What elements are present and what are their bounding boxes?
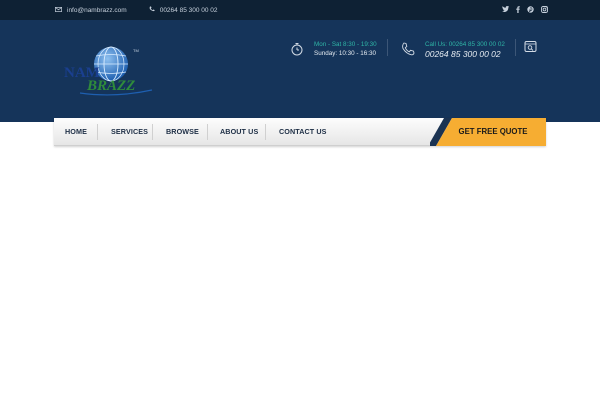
social-links	[502, 0, 548, 20]
twitter-icon[interactable]	[502, 6, 509, 14]
phone-handset-icon	[401, 42, 415, 56]
nav-browse[interactable]: BROWSE	[166, 118, 199, 146]
nav-about-us[interactable]: ABOUT US	[220, 118, 258, 146]
nav-divider	[265, 124, 266, 140]
logo-brazz-text: BRAZZ	[86, 78, 135, 94]
hours-weekdays: Mon - Sat 8:30 - 19:30	[314, 41, 377, 48]
top-contact: info@nambrazz.com 00264 85 300 00 02	[55, 0, 218, 20]
call-info: Call Us: 00264 85 300 00 02 00264 85 300…	[401, 40, 505, 59]
pinterest-icon[interactable]	[527, 5, 534, 15]
nav-services[interactable]: SERVICES	[111, 118, 148, 146]
search-icon[interactable]	[524, 40, 537, 58]
site-header: TM NAM BRAZZ Mon - Sat 8:30 - 19:30 Sund…	[0, 20, 600, 122]
call-number[interactable]: 00264 85 300 00 02	[425, 49, 505, 59]
top-email-link[interactable]: info@nambrazz.com	[67, 7, 127, 14]
instagram-icon[interactable]	[541, 5, 548, 15]
header-divider	[515, 39, 516, 56]
nav-divider	[97, 124, 98, 140]
site-logo[interactable]: TM NAM BRAZZ	[60, 46, 155, 96]
nav-home[interactable]: HOME	[65, 118, 87, 146]
header-divider	[387, 39, 388, 56]
phone-icon	[149, 6, 155, 14]
facebook-icon[interactable]	[516, 5, 520, 15]
get-free-quote-label: GET FREE QUOTE	[458, 127, 528, 136]
top-bar: info@nambrazz.com 00264 85 300 00 02	[0, 0, 600, 20]
nav-divider	[152, 124, 153, 140]
call-label: Call Us: 00264 85 300 00 02	[425, 41, 505, 48]
opening-hours: Mon - Sat 8:30 - 19:30 Sunday: 10:30 - 1…	[290, 40, 377, 58]
envelope-icon	[55, 6, 62, 14]
main-navigation: HOME SERVICES BROWSE ABOUT US CONTACT US…	[54, 118, 546, 146]
svg-text:TM: TM	[133, 48, 139, 53]
hours-sunday: Sunday: 10:30 - 16:30	[314, 50, 376, 57]
main-content	[0, 150, 600, 400]
nav-divider	[207, 124, 208, 140]
get-free-quote-button[interactable]: GET FREE QUOTE	[430, 118, 546, 146]
top-phone-link[interactable]: 00264 85 300 00 02	[160, 7, 218, 14]
stopwatch-icon	[290, 42, 304, 56]
nav-contact-us[interactable]: CONTACT US	[279, 118, 327, 146]
